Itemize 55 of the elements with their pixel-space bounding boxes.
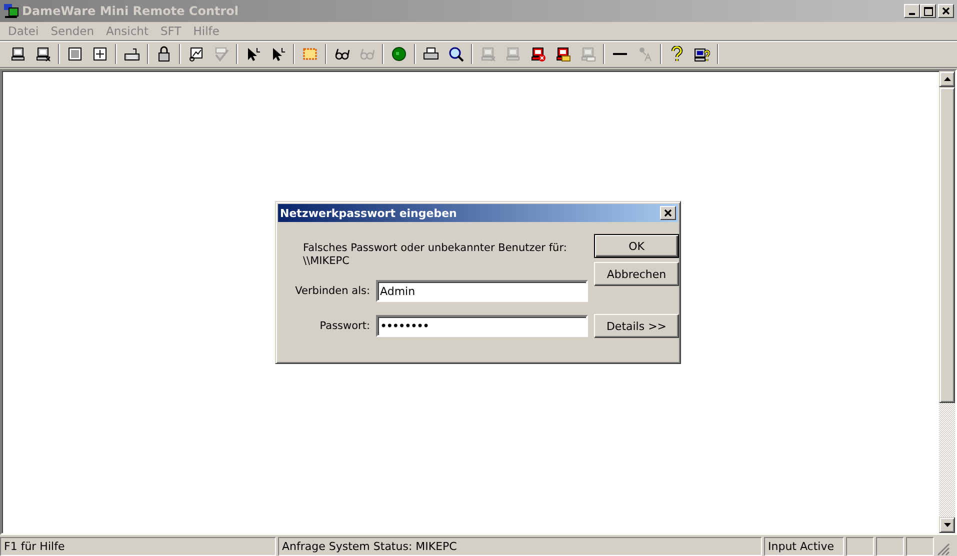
checkmark-icon bbox=[212, 46, 228, 62]
status-text: Anfrage System Status: MIKEPC bbox=[278, 537, 762, 556]
line-icon bbox=[612, 52, 628, 56]
computer-icon bbox=[504, 46, 520, 62]
window-title: DameWare Mini Remote Control bbox=[22, 4, 240, 18]
down-arrow-icon bbox=[944, 523, 950, 527]
scrollbar-thumb[interactable] bbox=[939, 87, 955, 403]
target-computer: \\MIKEPC bbox=[303, 255, 350, 268]
maximize-button[interactable] bbox=[920, 4, 936, 18]
magnifier-icon bbox=[448, 46, 464, 62]
globe-icon bbox=[390, 46, 406, 62]
user-label: Verbinden als: bbox=[294, 285, 370, 297]
lock-icon bbox=[156, 46, 172, 62]
status-text: F1 für Hilfe bbox=[0, 537, 276, 556]
computer-disconnect-icon bbox=[34, 46, 50, 62]
selection-icon bbox=[302, 46, 318, 62]
computer-error-icon bbox=[530, 46, 546, 62]
computer-help-icon bbox=[694, 46, 710, 62]
help-icon bbox=[668, 46, 684, 62]
maximize-icon bbox=[924, 6, 932, 16]
app-icon bbox=[3, 3, 19, 19]
ok-button[interactable]: OK bbox=[594, 234, 679, 258]
error-message: Falsches Passwort oder unbekannter Benutzer für: bbox=[303, 242, 568, 255]
keyboard-icon bbox=[124, 46, 140, 62]
scroll-down-button[interactable] bbox=[939, 517, 955, 533]
password-field[interactable]: •••••••• bbox=[376, 315, 588, 337]
close-button[interactable] bbox=[660, 206, 676, 220]
printer-icon bbox=[422, 46, 438, 62]
status-pane bbox=[876, 537, 904, 556]
user-field[interactable]: Admin bbox=[376, 280, 588, 302]
close-button[interactable] bbox=[938, 4, 954, 18]
cancel-button[interactable]: Abbrechen bbox=[594, 262, 679, 286]
glasses-icon bbox=[334, 46, 350, 62]
glasses-icon bbox=[358, 46, 374, 62]
details-button[interactable]: Details >> bbox=[594, 314, 679, 338]
dialog-title: Netzwerkpasswort eingeben bbox=[280, 206, 458, 220]
grid-icon bbox=[66, 46, 82, 62]
status-pane bbox=[906, 537, 934, 556]
close-icon bbox=[664, 209, 672, 217]
chart-icon bbox=[188, 46, 204, 62]
move-icon bbox=[92, 46, 108, 62]
scroll-up-button[interactable] bbox=[939, 71, 955, 87]
computer-icon bbox=[10, 46, 26, 62]
status-pane bbox=[846, 537, 874, 556]
resize-grip-icon bbox=[936, 542, 950, 556]
status-text: Input Active bbox=[764, 537, 844, 556]
computer-folder-icon bbox=[554, 46, 570, 62]
password-label: Passwort: bbox=[318, 320, 370, 332]
vertical-scrollbar[interactable] bbox=[939, 71, 955, 533]
computer-disconnect-icon bbox=[480, 46, 496, 62]
computer-keyboard-icon bbox=[580, 46, 596, 62]
close-icon bbox=[942, 7, 950, 15]
minimize-button[interactable] bbox=[904, 4, 920, 18]
font-icon bbox=[636, 46, 652, 62]
up-arrow-icon bbox=[944, 77, 950, 81]
